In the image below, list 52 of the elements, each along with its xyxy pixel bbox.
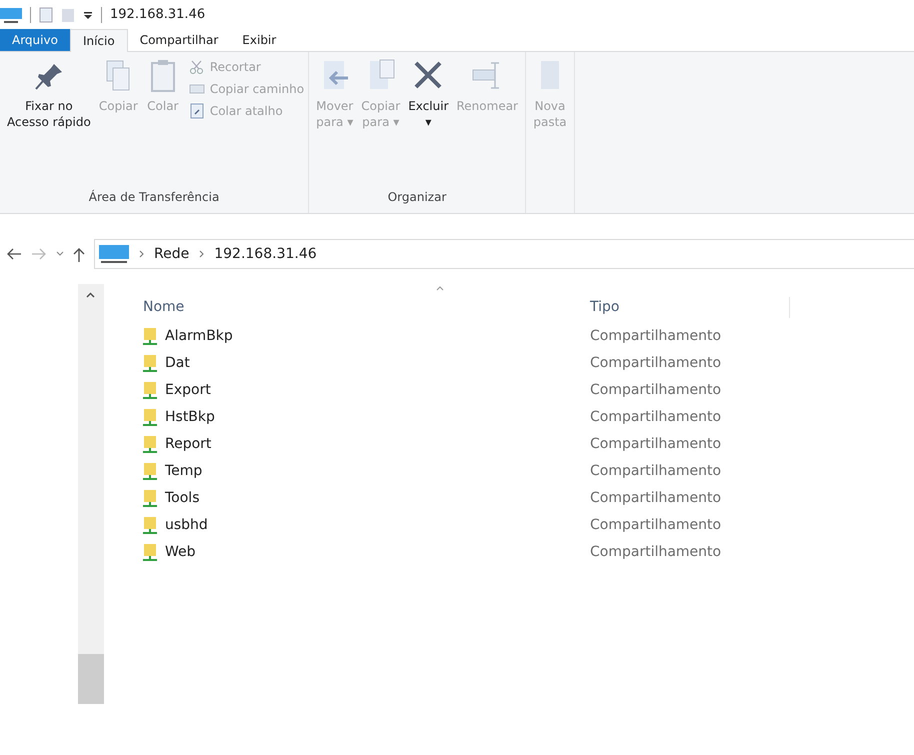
column-header[interactable]: Tipo	[590, 297, 790, 318]
scissors-icon	[188, 59, 205, 75]
shared-folder-icon	[143, 408, 157, 426]
computer-icon	[0, 7, 22, 23]
scrollbar-thumb[interactable]	[78, 654, 104, 704]
file-name[interactable]: Temp	[165, 461, 590, 482]
scrollbar[interactable]	[78, 284, 104, 704]
breadcrumb-item[interactable]: Rede	[154, 244, 190, 264]
shortcut-icon	[188, 103, 205, 119]
file-type: Compartilhamento	[590, 462, 722, 481]
file-name[interactable]: Dat	[165, 353, 590, 374]
shared-folder-icon	[143, 436, 157, 454]
ribbon-tab[interactable]: Início	[70, 29, 128, 52]
shared-folder-icon	[143, 490, 157, 508]
up-arrow-icon[interactable]	[73, 246, 85, 262]
file-menu-tab[interactable]: Arquivo	[0, 29, 70, 51]
computer-icon	[99, 245, 129, 263]
breadcrumb-chevron-icon[interactable]	[199, 250, 204, 258]
file-name[interactable]: AlarmBkp	[165, 326, 590, 347]
shared-folder-icon	[143, 354, 157, 372]
shared-folder-icon	[143, 382, 157, 400]
file-type: Compartilhamento	[590, 489, 722, 508]
file-name[interactable]: usbhd	[165, 515, 590, 536]
shared-folder-icon	[143, 516, 157, 534]
breadcrumb-chevron-icon[interactable]	[139, 250, 144, 258]
back-arrow-icon[interactable]	[6, 248, 22, 260]
ribbon-group-label: Área de Transferência	[88, 188, 220, 206]
properties-icon[interactable]	[39, 7, 53, 23]
window-title: 192.168.31.46	[110, 6, 206, 24]
column-header[interactable]: Nome	[143, 297, 590, 318]
file-type: Compartilhamento	[590, 381, 722, 400]
chevron-down-icon[interactable]	[56, 251, 64, 257]
shared-folder-icon	[143, 544, 157, 562]
file-name[interactable]: Tools	[165, 488, 590, 509]
shared-folder-icon	[143, 328, 157, 346]
file-name[interactable]: Export	[165, 380, 590, 401]
file-type: Compartilhamento	[590, 435, 722, 454]
customize-dropdown-icon[interactable]	[83, 10, 93, 20]
breadcrumb-item[interactable]: 192.168.31.46	[214, 244, 317, 264]
file-type: Compartilhamento	[590, 354, 722, 373]
address-bar[interactable]: Rede 192.168.31.46	[94, 239, 914, 269]
ribbon-group-label: Organizar	[386, 189, 448, 206]
file-name[interactable]: HstBkp	[165, 407, 590, 428]
file-type: Compartilhamento	[590, 543, 722, 562]
file-name[interactable]: Web	[165, 542, 590, 563]
file-type: Compartilhamento	[590, 327, 722, 346]
ribbon-button[interactable]: Excluir ▾	[405, 58, 452, 130]
file-name[interactable]: Report	[165, 434, 590, 455]
file-type: Compartilhamento	[590, 408, 722, 427]
file-type: Compartilhamento	[590, 516, 722, 535]
ribbon-button[interactable]: Fixar no Acesso rápido	[4, 58, 94, 130]
shared-folder-icon	[143, 462, 157, 480]
